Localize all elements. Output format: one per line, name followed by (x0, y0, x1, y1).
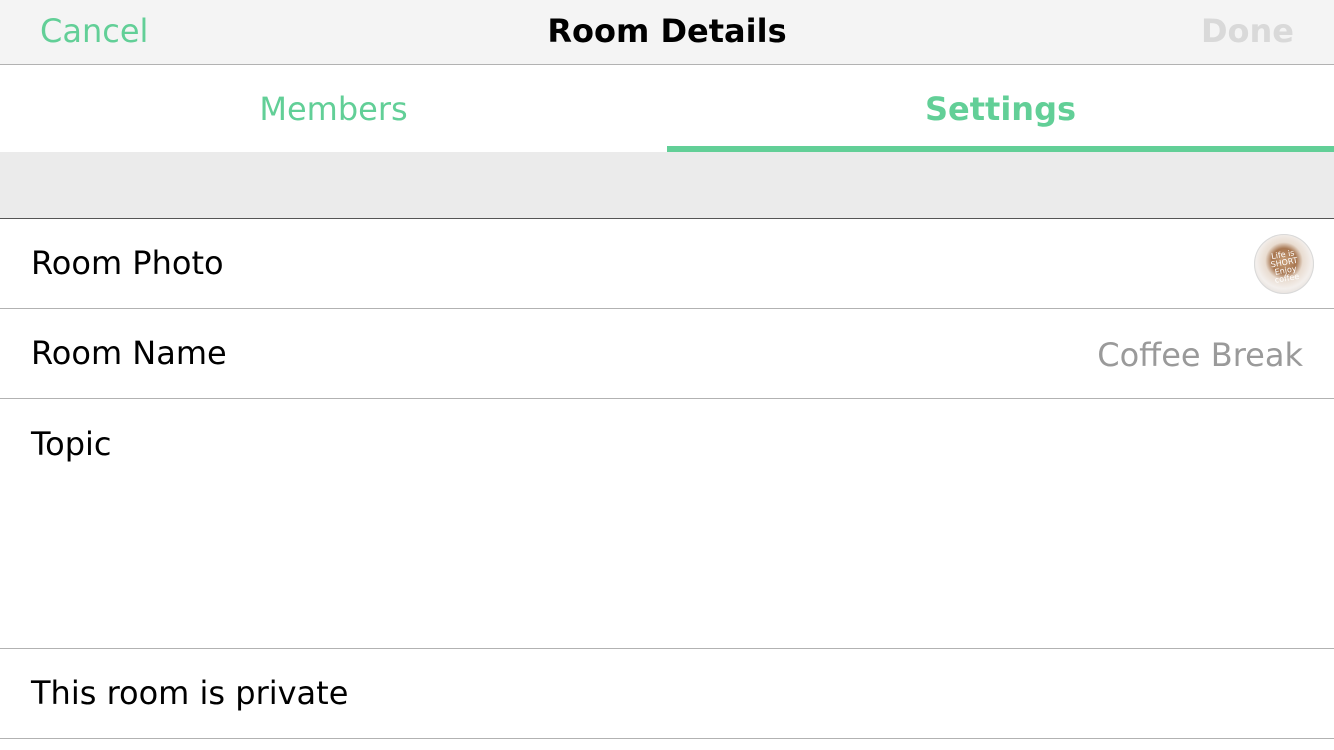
page-title: Room Details (547, 12, 787, 50)
topic-row[interactable]: Topic (0, 399, 1334, 649)
room-name-row[interactable]: Room Name Coffee Break (0, 309, 1334, 399)
private-room-row[interactable]: This room is private (0, 649, 1334, 739)
topic-label: Topic (31, 425, 112, 463)
room-name-value[interactable]: Coffee Break (1097, 336, 1303, 374)
tab-members[interactable]: Members (0, 65, 667, 152)
room-photo-row[interactable]: Room Photo Life is SHORT Enjoy coffee (0, 219, 1334, 309)
section-separator (0, 152, 1334, 219)
avatar-photo-text: Life is SHORT Enjoy coffee (1270, 248, 1300, 285)
done-button[interactable]: Done (1201, 12, 1294, 50)
tab-settings[interactable]: Settings (667, 65, 1334, 152)
room-photo-label: Room Photo (31, 244, 224, 282)
segmented-tabs: Members Settings (0, 65, 1334, 152)
topic-input[interactable] (31, 479, 1303, 628)
room-photo-avatar[interactable]: Life is SHORT Enjoy coffee (1254, 234, 1314, 294)
navigation-bar: Cancel Room Details Done (0, 0, 1334, 65)
private-room-label: This room is private (31, 674, 349, 712)
room-name-label: Room Name (31, 334, 227, 372)
